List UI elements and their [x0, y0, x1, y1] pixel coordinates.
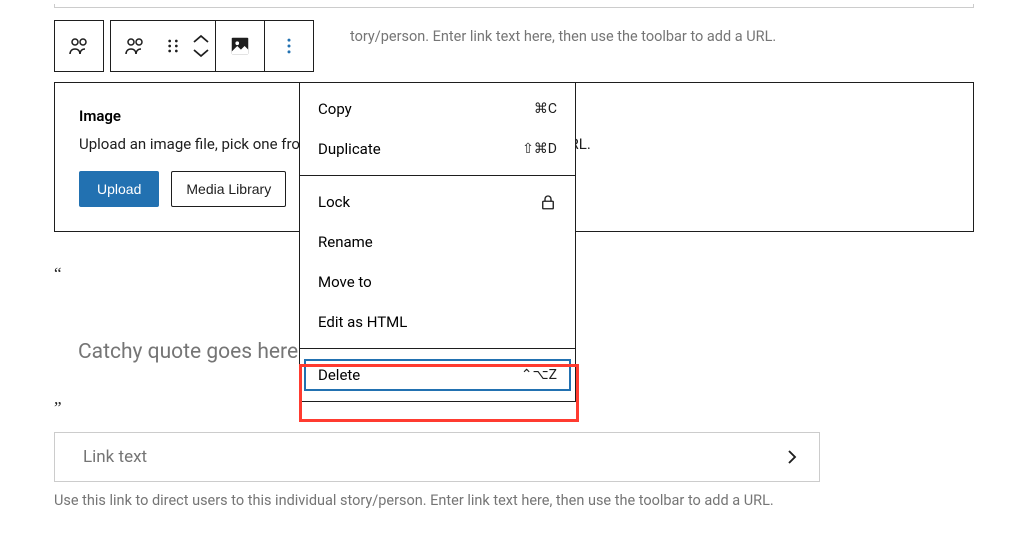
menu-copy[interactable]: Copy ⌘C — [300, 89, 575, 129]
menu-rename-label: Rename — [318, 233, 373, 251]
chevron-right-icon — [783, 448, 801, 466]
people-icon — [123, 34, 147, 58]
block-type-button[interactable] — [111, 21, 159, 71]
menu-rename[interactable]: Rename — [300, 222, 575, 262]
quote-placeholder[interactable]: Catchy quote goes here — [78, 340, 298, 364]
menu-edit-html-label: Edit as HTML — [318, 313, 407, 331]
menu-move-to-label: Move to — [318, 273, 372, 291]
link-block[interactable]: Link text — [54, 432, 820, 482]
chevron-down-icon — [192, 48, 210, 58]
toolbar-parent-group — [54, 20, 104, 72]
top-container — [54, 4, 974, 8]
helper-text-top: tory/person. Enter link text here, then … — [350, 28, 776, 45]
menu-duplicate-shortcut: ⇧⌘D — [522, 141, 557, 157]
menu-edit-html[interactable]: Edit as HTML — [300, 302, 575, 342]
people-icon — [67, 34, 91, 58]
menu-duplicate[interactable]: Duplicate ⇧⌘D — [300, 129, 575, 169]
menu-lock[interactable]: Lock — [300, 182, 575, 222]
quote-close-mark: ” — [54, 398, 62, 418]
drag-handle-button[interactable] — [159, 21, 187, 71]
menu-delete-label: Delete — [318, 366, 360, 384]
helper-text-bottom: Use this link to direct users to this in… — [54, 492, 774, 509]
upload-button[interactable]: Upload — [79, 171, 159, 207]
quote-open-mark: “ — [54, 264, 62, 284]
block-toolbar — [54, 20, 314, 72]
image-icon — [229, 35, 251, 57]
parent-block-button[interactable] — [55, 21, 103, 71]
chevron-up-icon — [192, 34, 210, 44]
media-library-button[interactable]: Media Library — [171, 171, 286, 207]
menu-duplicate-label: Duplicate — [318, 140, 381, 158]
move-up-button[interactable] — [192, 32, 210, 46]
menu-lock-label: Lock — [318, 193, 350, 211]
menu-move-to[interactable]: Move to — [300, 262, 575, 302]
lock-icon — [539, 193, 557, 211]
drag-icon — [163, 36, 183, 56]
move-down-button[interactable] — [192, 46, 210, 60]
block-options-menu: Copy ⌘C Duplicate ⇧⌘D Lock Rename Move t… — [299, 82, 576, 402]
more-options-button[interactable] — [265, 21, 313, 71]
more-vertical-icon — [279, 36, 299, 56]
menu-delete-shortcut: ⌃⌥Z — [521, 367, 557, 383]
link-placeholder-text: Link text — [73, 447, 147, 467]
image-block-button[interactable] — [216, 21, 264, 71]
toolbar-main-group — [110, 20, 314, 72]
block-mover — [187, 21, 215, 71]
menu-copy-label: Copy — [318, 100, 352, 118]
menu-copy-shortcut: ⌘C — [534, 101, 557, 117]
menu-delete[interactable]: Delete ⌃⌥Z — [300, 355, 575, 395]
